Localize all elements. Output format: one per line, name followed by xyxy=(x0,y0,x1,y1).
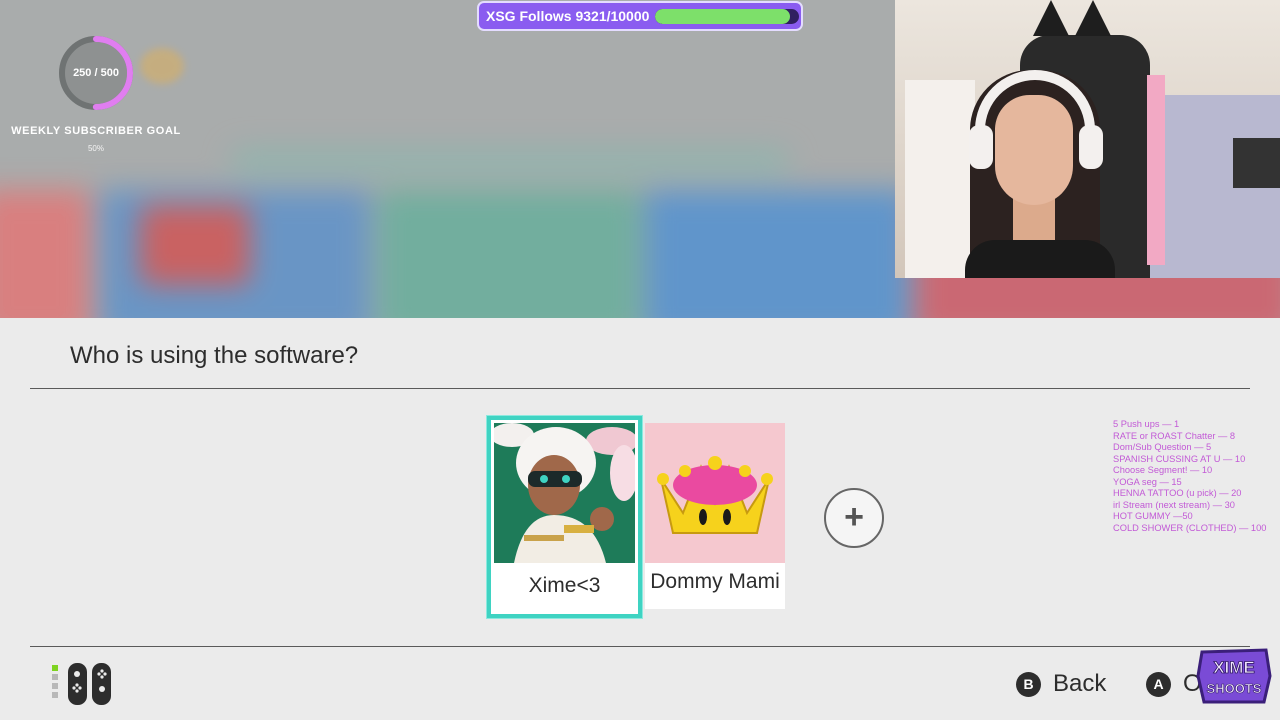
emote-icon xyxy=(140,48,184,84)
plus-icon: + xyxy=(844,498,864,536)
subscriber-goal-percent: 50% xyxy=(87,144,104,153)
reward-item: RATE or ROAST Chatter — 8 xyxy=(1113,430,1236,441)
follows-progress-track xyxy=(655,8,800,24)
back-button[interactable]: B Back xyxy=(1016,670,1106,698)
subscriber-goal-ring: 250 / 500 xyxy=(56,33,136,113)
channel-rewards-list: 5 Push ups — 1 RATE or ROAST Chatter — 8… xyxy=(1113,419,1266,534)
divider xyxy=(30,388,1250,389)
back-label: Back xyxy=(1053,670,1107,697)
reward-item: HOT GUMMY —50 xyxy=(1113,511,1193,521)
user-card-dommy-mami[interactable]: Dommy Mami xyxy=(645,423,785,609)
user-name-xime: Xime<3 xyxy=(528,574,601,597)
reward-item: YOGA seg — 15 xyxy=(1113,476,1182,487)
follows-goal-bar: XSG Follows 9321/10000 xyxy=(477,1,803,31)
reward-item: HENNA TATTOO (u pick) — 20 xyxy=(1113,488,1242,498)
follows-goal-label: XSG Follows 9321/10000 xyxy=(486,8,650,24)
svg-text:SHOOTS: SHOOTS xyxy=(1207,681,1262,696)
reward-item: SPANISH CUSSING AT U — 10 xyxy=(1113,453,1246,464)
b-button-icon: B xyxy=(1016,671,1041,697)
xime-shoots-logo: XIME SHOOTS xyxy=(1194,646,1274,706)
user-card-xime[interactable]: Xime<3 xyxy=(487,416,642,618)
reward-item: 5 Push ups — 1 xyxy=(1113,419,1180,429)
reward-item: COLD SHOWER (CLOTHED) — 100 xyxy=(1113,522,1267,533)
subscriber-goal-count: 250 / 500 xyxy=(73,67,119,79)
svg-text:XIME: XIME xyxy=(1213,658,1255,677)
a-button-icon: A xyxy=(1146,671,1171,697)
twintelle-avatar-icon xyxy=(494,423,635,563)
super-crown-icon xyxy=(645,423,785,563)
page-title: Who is using the software? xyxy=(70,342,359,369)
divider xyxy=(30,646,1250,647)
webcam-feed xyxy=(895,0,1280,278)
add-user-button[interactable]: + xyxy=(824,488,884,548)
follows-progress-fill xyxy=(655,8,790,24)
joycon-controller-icon xyxy=(52,662,114,706)
user-select-panel: Who is using the software? Xime<3 Dommy … xyxy=(0,318,1280,720)
reward-item: Dom/Sub Question — 5 xyxy=(1113,442,1212,452)
subscriber-goal-title: WEEKLY SUBSCRIBER GOAL xyxy=(11,125,181,137)
user-name-dommy-mami: Dommy Mami xyxy=(650,570,780,593)
reward-item: irl Stream (next stream) — 30 xyxy=(1113,499,1235,510)
reward-item: Choose Segment! — 10 xyxy=(1113,465,1213,475)
